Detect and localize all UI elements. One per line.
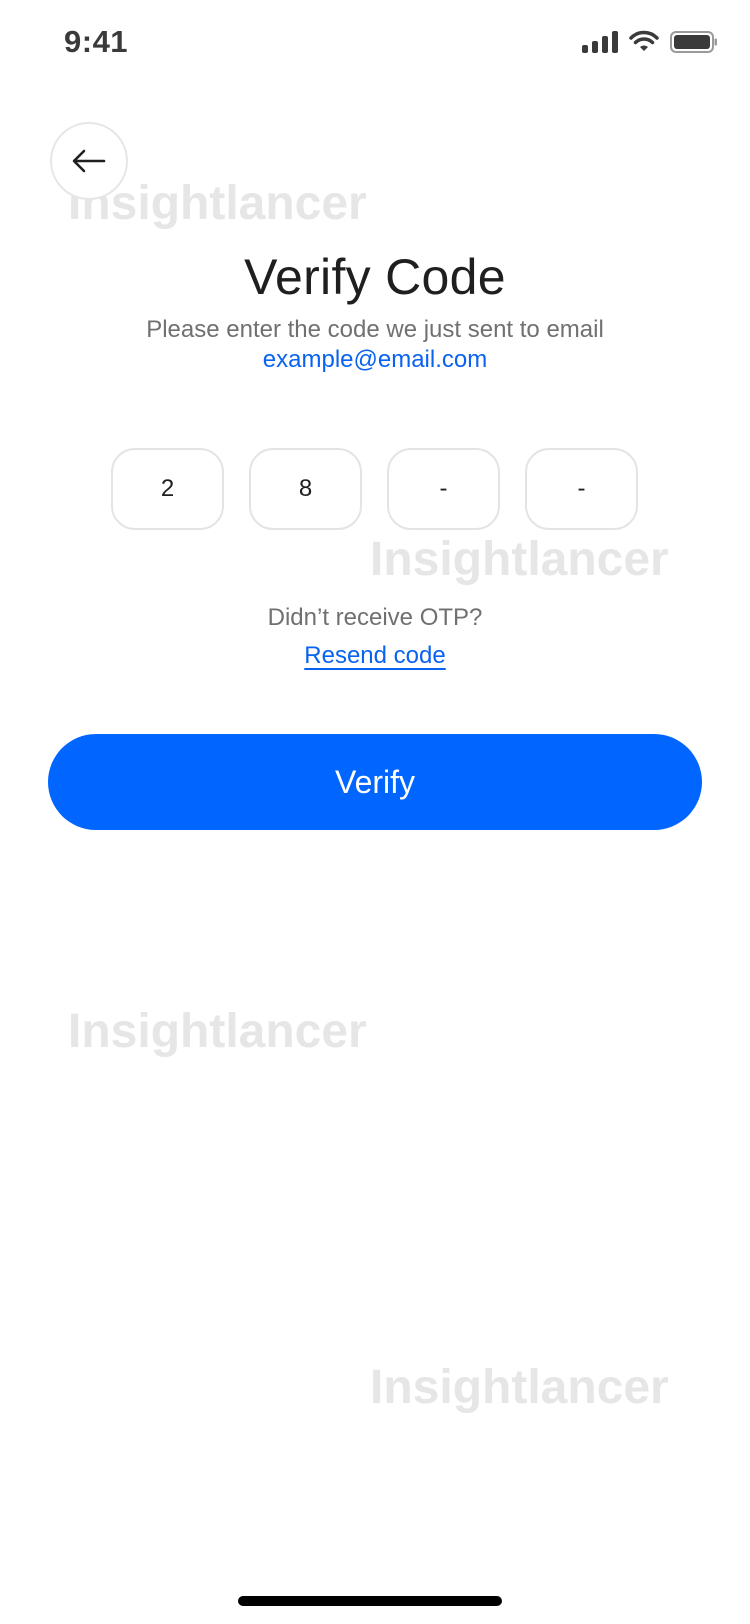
status-icons bbox=[582, 30, 718, 54]
status-bar: 9:41 bbox=[0, 0, 750, 94]
battery-icon bbox=[670, 31, 717, 53]
watermark: Insightlancer bbox=[68, 1005, 367, 1058]
resend-link-row: Resend code bbox=[0, 642, 750, 670]
watermark: Insightlancer bbox=[370, 533, 669, 586]
subtitle: Please enter the code we just sent to em… bbox=[146, 316, 604, 343]
otp-digit-4[interactable]: - bbox=[525, 448, 638, 530]
page-title: Verify Code bbox=[244, 249, 506, 305]
email-address: example@email.com bbox=[262, 346, 488, 373]
otp-digit-2[interactable]: 8 bbox=[249, 448, 362, 530]
wifi-icon bbox=[629, 30, 659, 51]
watermark: Insightlancer bbox=[370, 1361, 669, 1414]
otp-input-group: 2 8 - - bbox=[111, 448, 638, 530]
arrow-left-icon bbox=[72, 149, 106, 173]
resend-prompt: Didn’t receive OTP? bbox=[267, 604, 483, 631]
cellular-signal-icon bbox=[582, 31, 618, 53]
verify-button[interactable]: Verify bbox=[48, 734, 702, 830]
back-button[interactable] bbox=[50, 122, 128, 200]
status-time: 9:41 bbox=[64, 24, 129, 59]
otp-digit-1[interactable]: 2 bbox=[111, 448, 224, 530]
resend-code-link[interactable]: Resend code bbox=[304, 642, 445, 669]
home-indicator bbox=[238, 1596, 502, 1606]
otp-digit-3[interactable]: - bbox=[387, 448, 500, 530]
